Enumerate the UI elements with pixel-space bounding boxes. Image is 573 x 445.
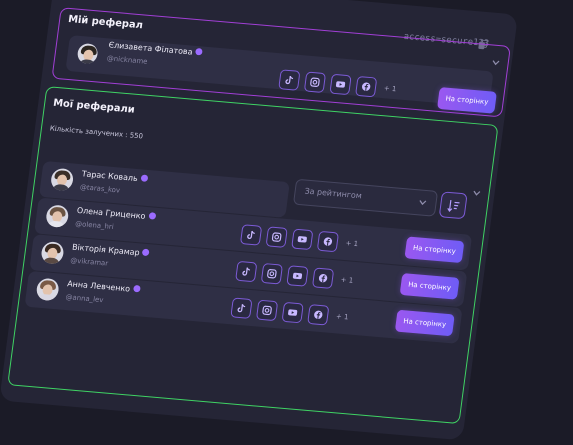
- verified-icon: [132, 284, 141, 293]
- facebook-icon[interactable]: [355, 75, 378, 98]
- sort-order-button[interactable]: [438, 191, 468, 220]
- chevron-down-icon[interactable]: [491, 60, 500, 67]
- facebook-icon[interactable]: [307, 304, 330, 326]
- tiktok-icon[interactable]: [278, 69, 301, 91]
- user-name: Єлизавета Філатова: [108, 40, 194, 57]
- facebook-icon[interactable]: [316, 230, 340, 253]
- user-handle: @nickname: [106, 54, 148, 66]
- verified-icon: [195, 47, 203, 56]
- youtube-icon[interactable]: [291, 228, 314, 251]
- avatar: [45, 204, 70, 229]
- user-handle: @vikramar: [69, 256, 109, 268]
- extra-socials-count: + 1: [340, 275, 354, 285]
- youtube-icon[interactable]: [329, 73, 352, 96]
- user-handle: @anna_lev: [65, 293, 104, 305]
- social-links: + 1: [239, 224, 359, 254]
- verified-icon: [142, 248, 151, 257]
- avatar: [40, 241, 65, 265]
- instagram-icon[interactable]: [303, 71, 327, 93]
- avatar: [76, 42, 99, 65]
- sort-select[interactable]: За рейтингом: [292, 178, 439, 217]
- chevron-down-icon: [419, 200, 427, 206]
- social-links: + 1: [230, 297, 349, 327]
- avatar: [49, 167, 75, 192]
- user-name: Тарас Коваль: [81, 169, 139, 184]
- chevron-down-icon[interactable]: [472, 190, 481, 197]
- user-name: Вікторія Крамар: [71, 242, 141, 258]
- avatar: [35, 277, 60, 302]
- instagram-icon[interactable]: [255, 299, 279, 322]
- youtube-icon[interactable]: [286, 265, 309, 287]
- profile-button[interactable]: На сторінку: [394, 309, 455, 337]
- profile-button[interactable]: На сторінку: [436, 87, 497, 114]
- sort-icon: [446, 199, 460, 212]
- scene: access=secure123 Мій реферал Єлизавета Ф…: [0, 0, 564, 441]
- user-handle: @olena_hri: [74, 219, 115, 232]
- facebook-icon[interactable]: [311, 267, 335, 289]
- referrals-count: Кількість залучених : 550: [49, 124, 144, 141]
- user-name: Олена Гриценко: [76, 205, 147, 221]
- user-name: Анна Левченко: [66, 279, 131, 294]
- tiktok-icon[interactable]: [235, 260, 258, 283]
- my-referrer-title: Мій реферал: [67, 13, 144, 32]
- my-referrals-title: Мої реферали: [52, 97, 136, 116]
- instagram-icon[interactable]: [260, 263, 284, 285]
- tiktok-icon[interactable]: [230, 297, 253, 319]
- instagram-icon[interactable]: [265, 226, 288, 248]
- extra-socials-count: + 1: [335, 312, 349, 322]
- user-handle: @taras_kov: [79, 183, 121, 195]
- social-links: + 1: [278, 69, 397, 99]
- profile-button[interactable]: На сторінку: [399, 273, 460, 300]
- youtube-icon[interactable]: [281, 301, 304, 324]
- profile-button[interactable]: На сторінку: [404, 236, 465, 264]
- verified-icon: [140, 174, 149, 182]
- extra-socials-count: + 1: [383, 84, 397, 94]
- social-links: + 1: [235, 260, 354, 291]
- sort-label: За рейтингом: [304, 186, 363, 201]
- verified-icon: [148, 212, 156, 220]
- my-referrals-section: Мої реферали Кількість залучених : 550 З…: [7, 86, 499, 425]
- extra-socials-count: + 1: [345, 239, 359, 249]
- tiktok-icon[interactable]: [239, 224, 263, 246]
